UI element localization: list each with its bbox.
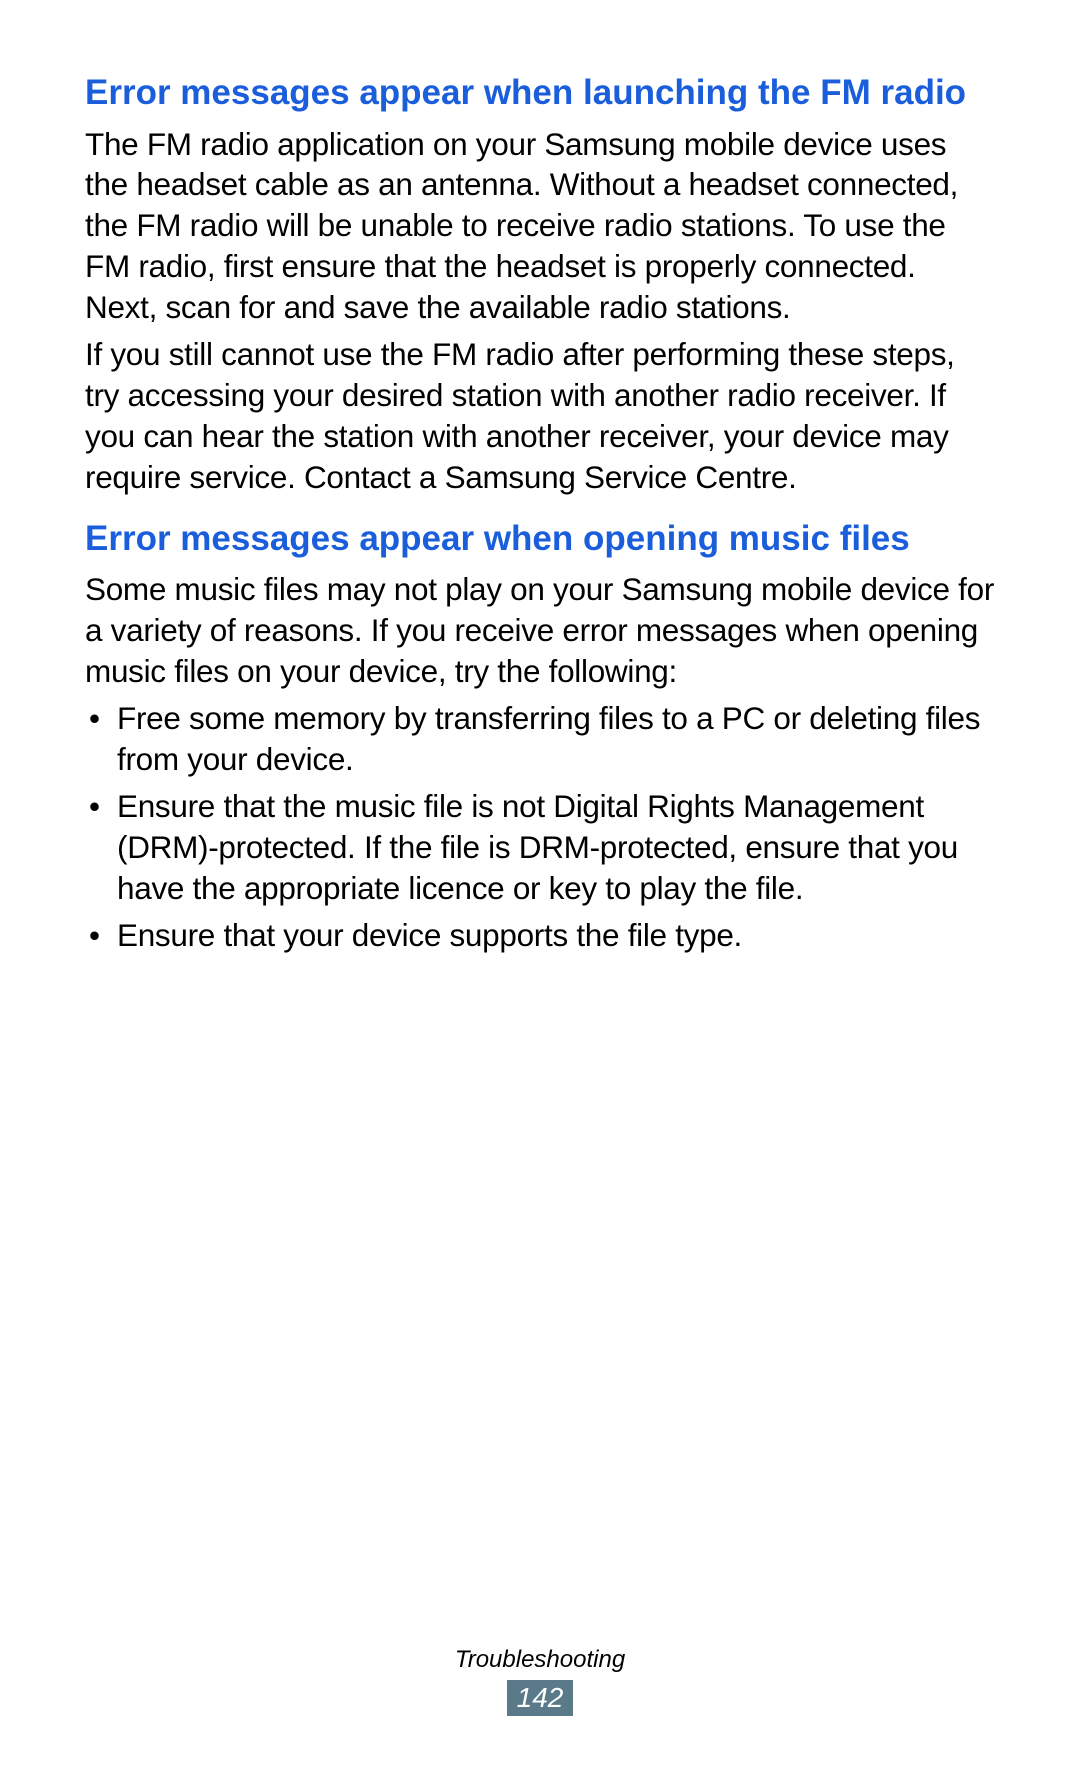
page-content: Error messages appear when launching the… (85, 70, 995, 956)
list-item: Free some memory by transferring files t… (85, 698, 995, 780)
page-footer: Troubleshooting 142 (0, 1646, 1080, 1716)
bullet-list: Free some memory by transferring files t… (85, 698, 995, 956)
section-fm-radio: Error messages appear when launching the… (85, 70, 995, 498)
section-heading: Error messages appear when opening music… (85, 516, 995, 562)
section-music-files: Error messages appear when opening music… (85, 516, 995, 956)
section-paragraph: If you still cannot use the FM radio aft… (85, 334, 995, 498)
section-heading: Error messages appear when launching the… (85, 70, 995, 116)
page-number: 142 (507, 1680, 574, 1716)
list-item: Ensure that the music file is not Digita… (85, 786, 995, 909)
section-paragraph: Some music files may not play on your Sa… (85, 569, 995, 692)
list-item: Ensure that your device supports the fil… (85, 915, 995, 956)
footer-section-name: Troubleshooting (0, 1646, 1080, 1674)
section-paragraph: The FM radio application on your Samsung… (85, 124, 995, 329)
